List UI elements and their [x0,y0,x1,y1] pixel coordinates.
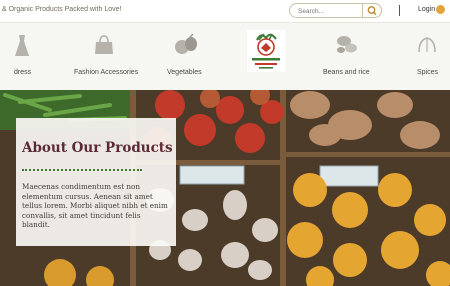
beans-icon [337,36,357,53]
tagline: & Organic Products Packed with Love! [2,6,122,13]
about-title: About Our Products [22,140,173,156]
search-input[interactable] [298,6,356,16]
about-text: Maecenas condimentum est non elementum c… [22,182,168,230]
search-box[interactable] [289,3,382,18]
category-dress[interactable]: dress [0,23,50,90]
divider [399,5,400,16]
category-spices[interactable]: Spices [408,23,450,90]
dress-icon [15,35,29,56]
category-label: Vegetables [167,69,202,76]
handbag-icon [95,35,113,54]
search-button[interactable] [362,3,382,18]
decorative-divider [22,169,142,173]
about-panel: About Our Products Maecenas condimentum … [16,118,176,246]
category-vegetables[interactable]: Vegetables [160,23,220,90]
top-bar: & Organic Products Packed with Love! Log… [0,0,450,23]
category-label: Beans and rice [323,69,370,76]
category-nav: dress Fashion Accessories Vegetables Bea… [0,23,450,90]
spices-icon [418,37,436,53]
category-fashion-accessories[interactable]: Fashion Accessories [65,23,145,90]
category-label: dress [14,69,32,76]
category-label: Spices [417,69,439,76]
user-icon[interactable] [436,5,445,14]
logo-emblem-icon [247,30,285,72]
brand-logo[interactable] [245,28,287,74]
category-beans-and-rice[interactable]: Beans and rice [318,23,378,90]
login-link[interactable]: Login [418,6,435,13]
category-label: Fashion Accessories [74,69,139,76]
vegetables-icon [175,34,197,54]
magnifier-icon [367,6,377,16]
